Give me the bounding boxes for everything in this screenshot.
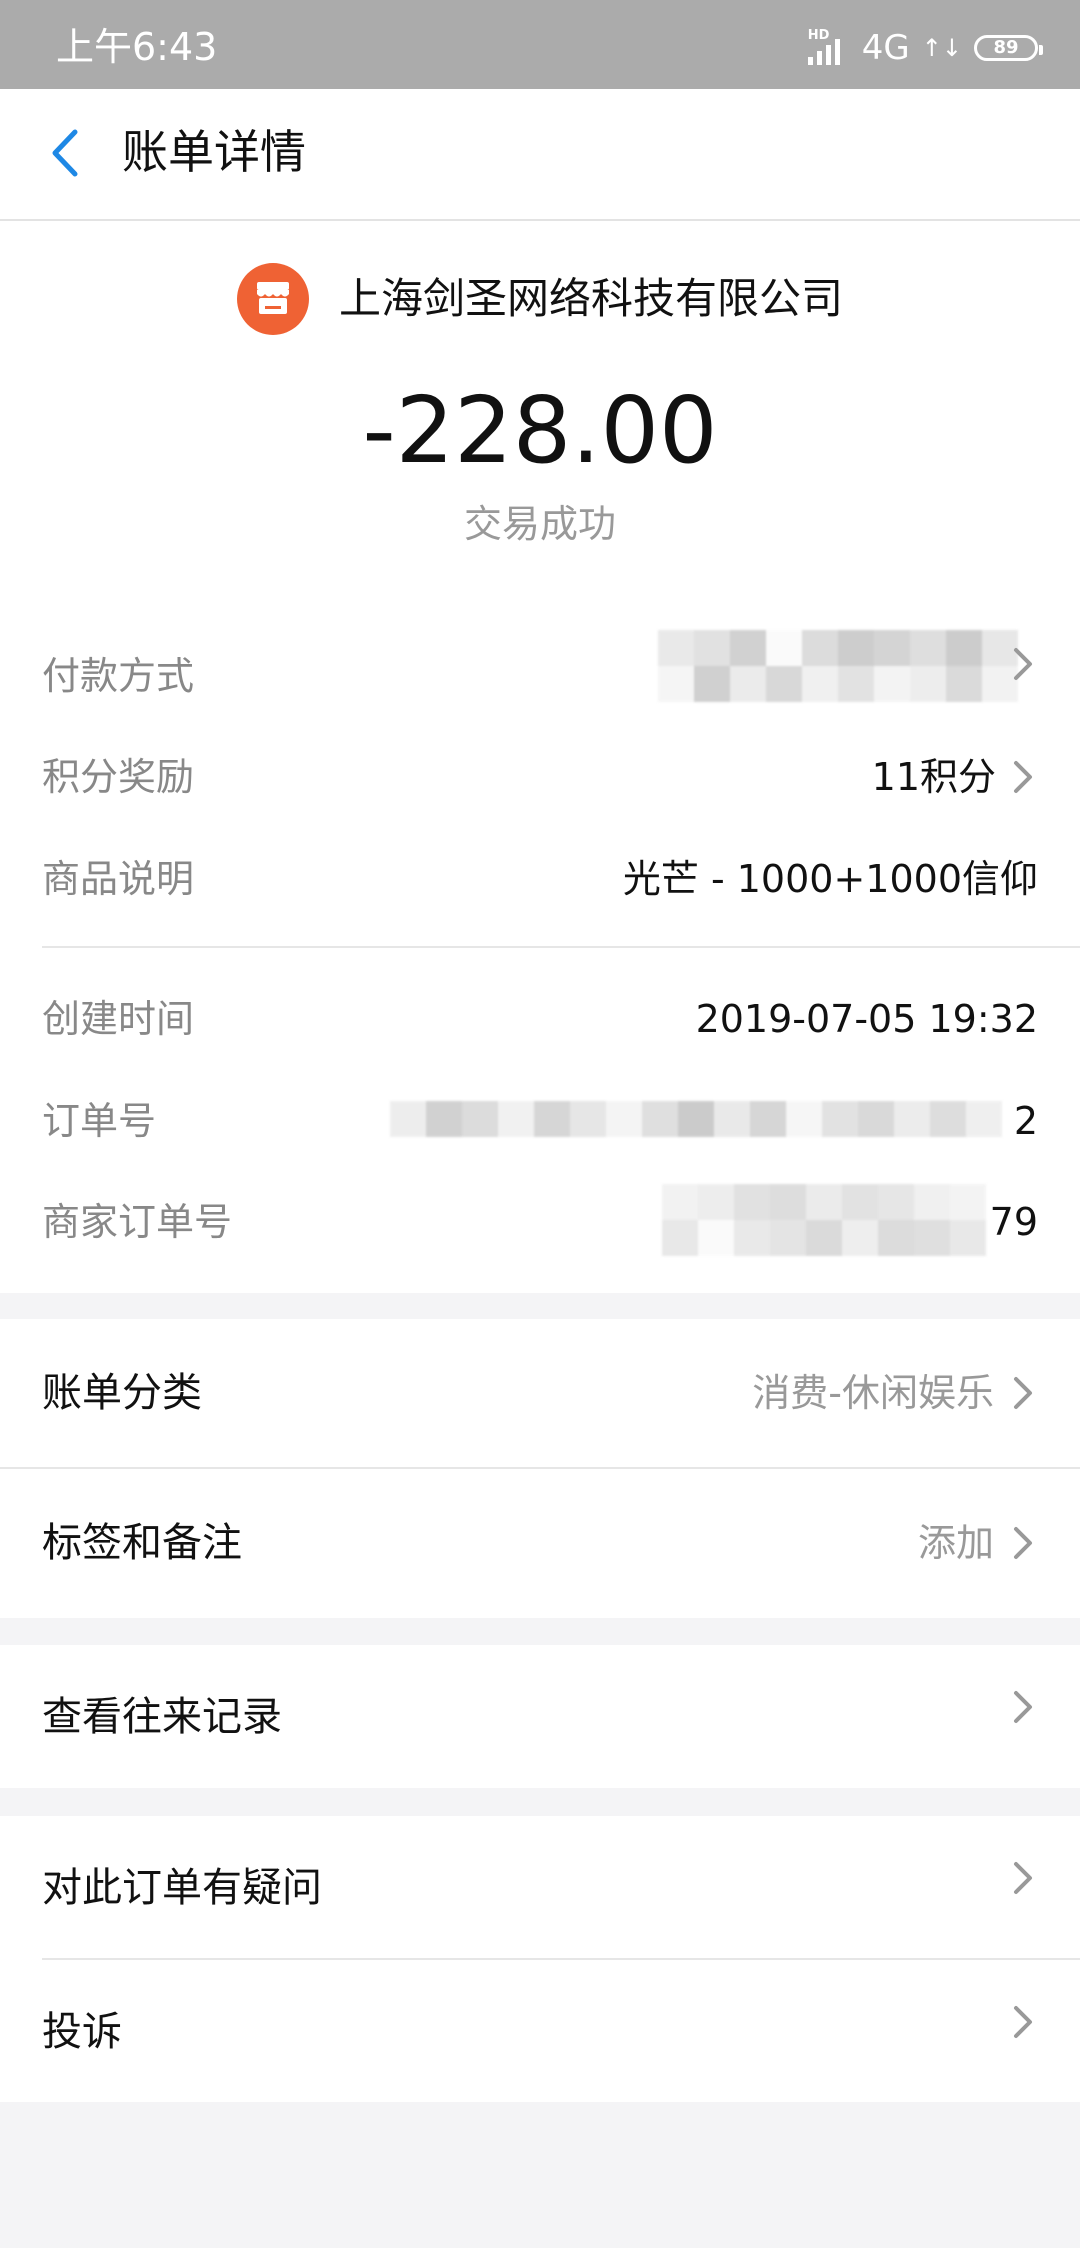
view-history-label: 查看往来记录 xyxy=(42,1694,282,1740)
order-number-row: 订单号 2 xyxy=(42,1089,1038,1153)
transaction-amount: -228.00 xyxy=(362,377,718,484)
chevron-right-icon xyxy=(1014,761,1032,793)
redacted-order-number xyxy=(390,1101,1002,1137)
points-reward-label: 积分奖励 xyxy=(42,755,195,799)
nav-bar: 账单详情 xyxy=(0,89,1080,221)
chevron-right-icon xyxy=(1014,1691,1032,1723)
store-icon xyxy=(236,263,309,335)
created-time-label: 创建时间 xyxy=(42,997,195,1041)
status-icons: HD 4G ↑↓ 89 xyxy=(806,24,1043,72)
support-section: 对此订单有疑问 投诉 xyxy=(0,1816,1080,2102)
product-description-label: 商品说明 xyxy=(42,857,195,901)
back-arrow-icon xyxy=(52,129,78,177)
category-tags-section: 账单分类 消费-休闲娱乐 标签和备注 添加 xyxy=(0,1319,1080,1618)
created-time-row: 创建时间 2019-07-05 19:32 xyxy=(42,987,1038,1051)
merchant-order-number-value: 79 xyxy=(989,1200,1038,1244)
status-time: 上午6:43 xyxy=(56,25,218,69)
redacted-payment-method xyxy=(658,630,1018,702)
merchant-name: 上海剑圣网络科技有限公司 xyxy=(338,274,843,323)
payment-method-row[interactable]: 付款方式 xyxy=(42,630,1038,708)
order-number-label: 订单号 xyxy=(42,1099,157,1143)
points-reward-row[interactable]: 积分奖励 11积分 xyxy=(42,745,1038,809)
bill-category-row[interactable]: 账单分类 消费-休闲娱乐 xyxy=(0,1319,1080,1467)
network-type: 4G xyxy=(861,28,910,68)
merchant-header: 上海剑圣网络科技有限公司 xyxy=(0,261,1080,337)
back-button[interactable] xyxy=(28,117,100,189)
bill-category-label: 账单分类 xyxy=(42,1370,202,1416)
complaint-label: 投诉 xyxy=(42,2009,122,2055)
payment-method-value xyxy=(996,644,1038,684)
merchant-order-number-label: 商家订单号 xyxy=(42,1200,233,1244)
order-question-label: 对此订单有疑问 xyxy=(42,1865,322,1911)
signal-icon: HD xyxy=(806,29,850,65)
bill-category-value-wrap: 消费-休闲娱乐 xyxy=(752,1363,1038,1423)
transaction-status: 交易成功 xyxy=(463,502,616,546)
data-arrows-icon: ↑↓ xyxy=(921,34,962,62)
redacted-merchant-order-number xyxy=(662,1184,986,1256)
order-question-row[interactable]: 对此订单有疑问 xyxy=(0,1816,1080,1958)
battery-icon: 89 xyxy=(974,35,1043,61)
tags-notes-value-wrap: 添加 xyxy=(918,1513,1038,1573)
chevron-right-icon xyxy=(1014,1527,1032,1559)
transaction-card: 上海剑圣网络科技有限公司 -228.00 交易成功 付款方式 积分奖励 11积分… xyxy=(0,221,1080,1293)
complaint-row[interactable]: 投诉 xyxy=(0,1960,1080,2102)
product-description-row: 商品说明 光芒 - 1000+1000信仰 xyxy=(42,847,1038,911)
points-reward-value: 11积分 xyxy=(871,755,996,799)
bill-category-value: 消费-休闲娱乐 xyxy=(752,1371,994,1415)
view-history-chevron xyxy=(1008,1687,1038,1727)
page-title: 账单详情 xyxy=(122,125,306,179)
tags-notes-value: 添加 xyxy=(917,1521,994,1565)
section-divider xyxy=(42,946,1080,948)
chevron-right-icon xyxy=(1014,1377,1032,1409)
chevron-right-icon xyxy=(1014,1862,1032,1894)
chevron-right-icon xyxy=(1014,2006,1032,2038)
tags-notes-label: 标签和备注 xyxy=(42,1520,242,1566)
view-history-row[interactable]: 查看往来记录 xyxy=(0,1645,1080,1788)
product-description-value: 光芒 - 1000+1000信仰 xyxy=(622,857,1038,901)
history-section: 查看往来记录 xyxy=(0,1645,1080,1788)
points-reward-value-wrap: 11积分 xyxy=(872,745,1038,809)
merchant-order-number-row: 商家订单号 79 xyxy=(42,1184,1038,1256)
order-number-value: 2 xyxy=(1013,1099,1038,1143)
created-time-value: 2019-07-05 19:32 xyxy=(695,997,1038,1041)
payment-method-label: 付款方式 xyxy=(42,654,195,698)
chevron-right-icon xyxy=(1014,648,1032,680)
tags-notes-row[interactable]: 标签和备注 添加 xyxy=(0,1469,1080,1617)
complaint-chevron xyxy=(1008,2002,1038,2042)
status-bar: 上午6:43 HD 4G ↑↓ 89 xyxy=(0,0,1080,89)
battery-level: 89 xyxy=(993,37,1019,58)
order-question-chevron xyxy=(1008,1858,1038,1898)
